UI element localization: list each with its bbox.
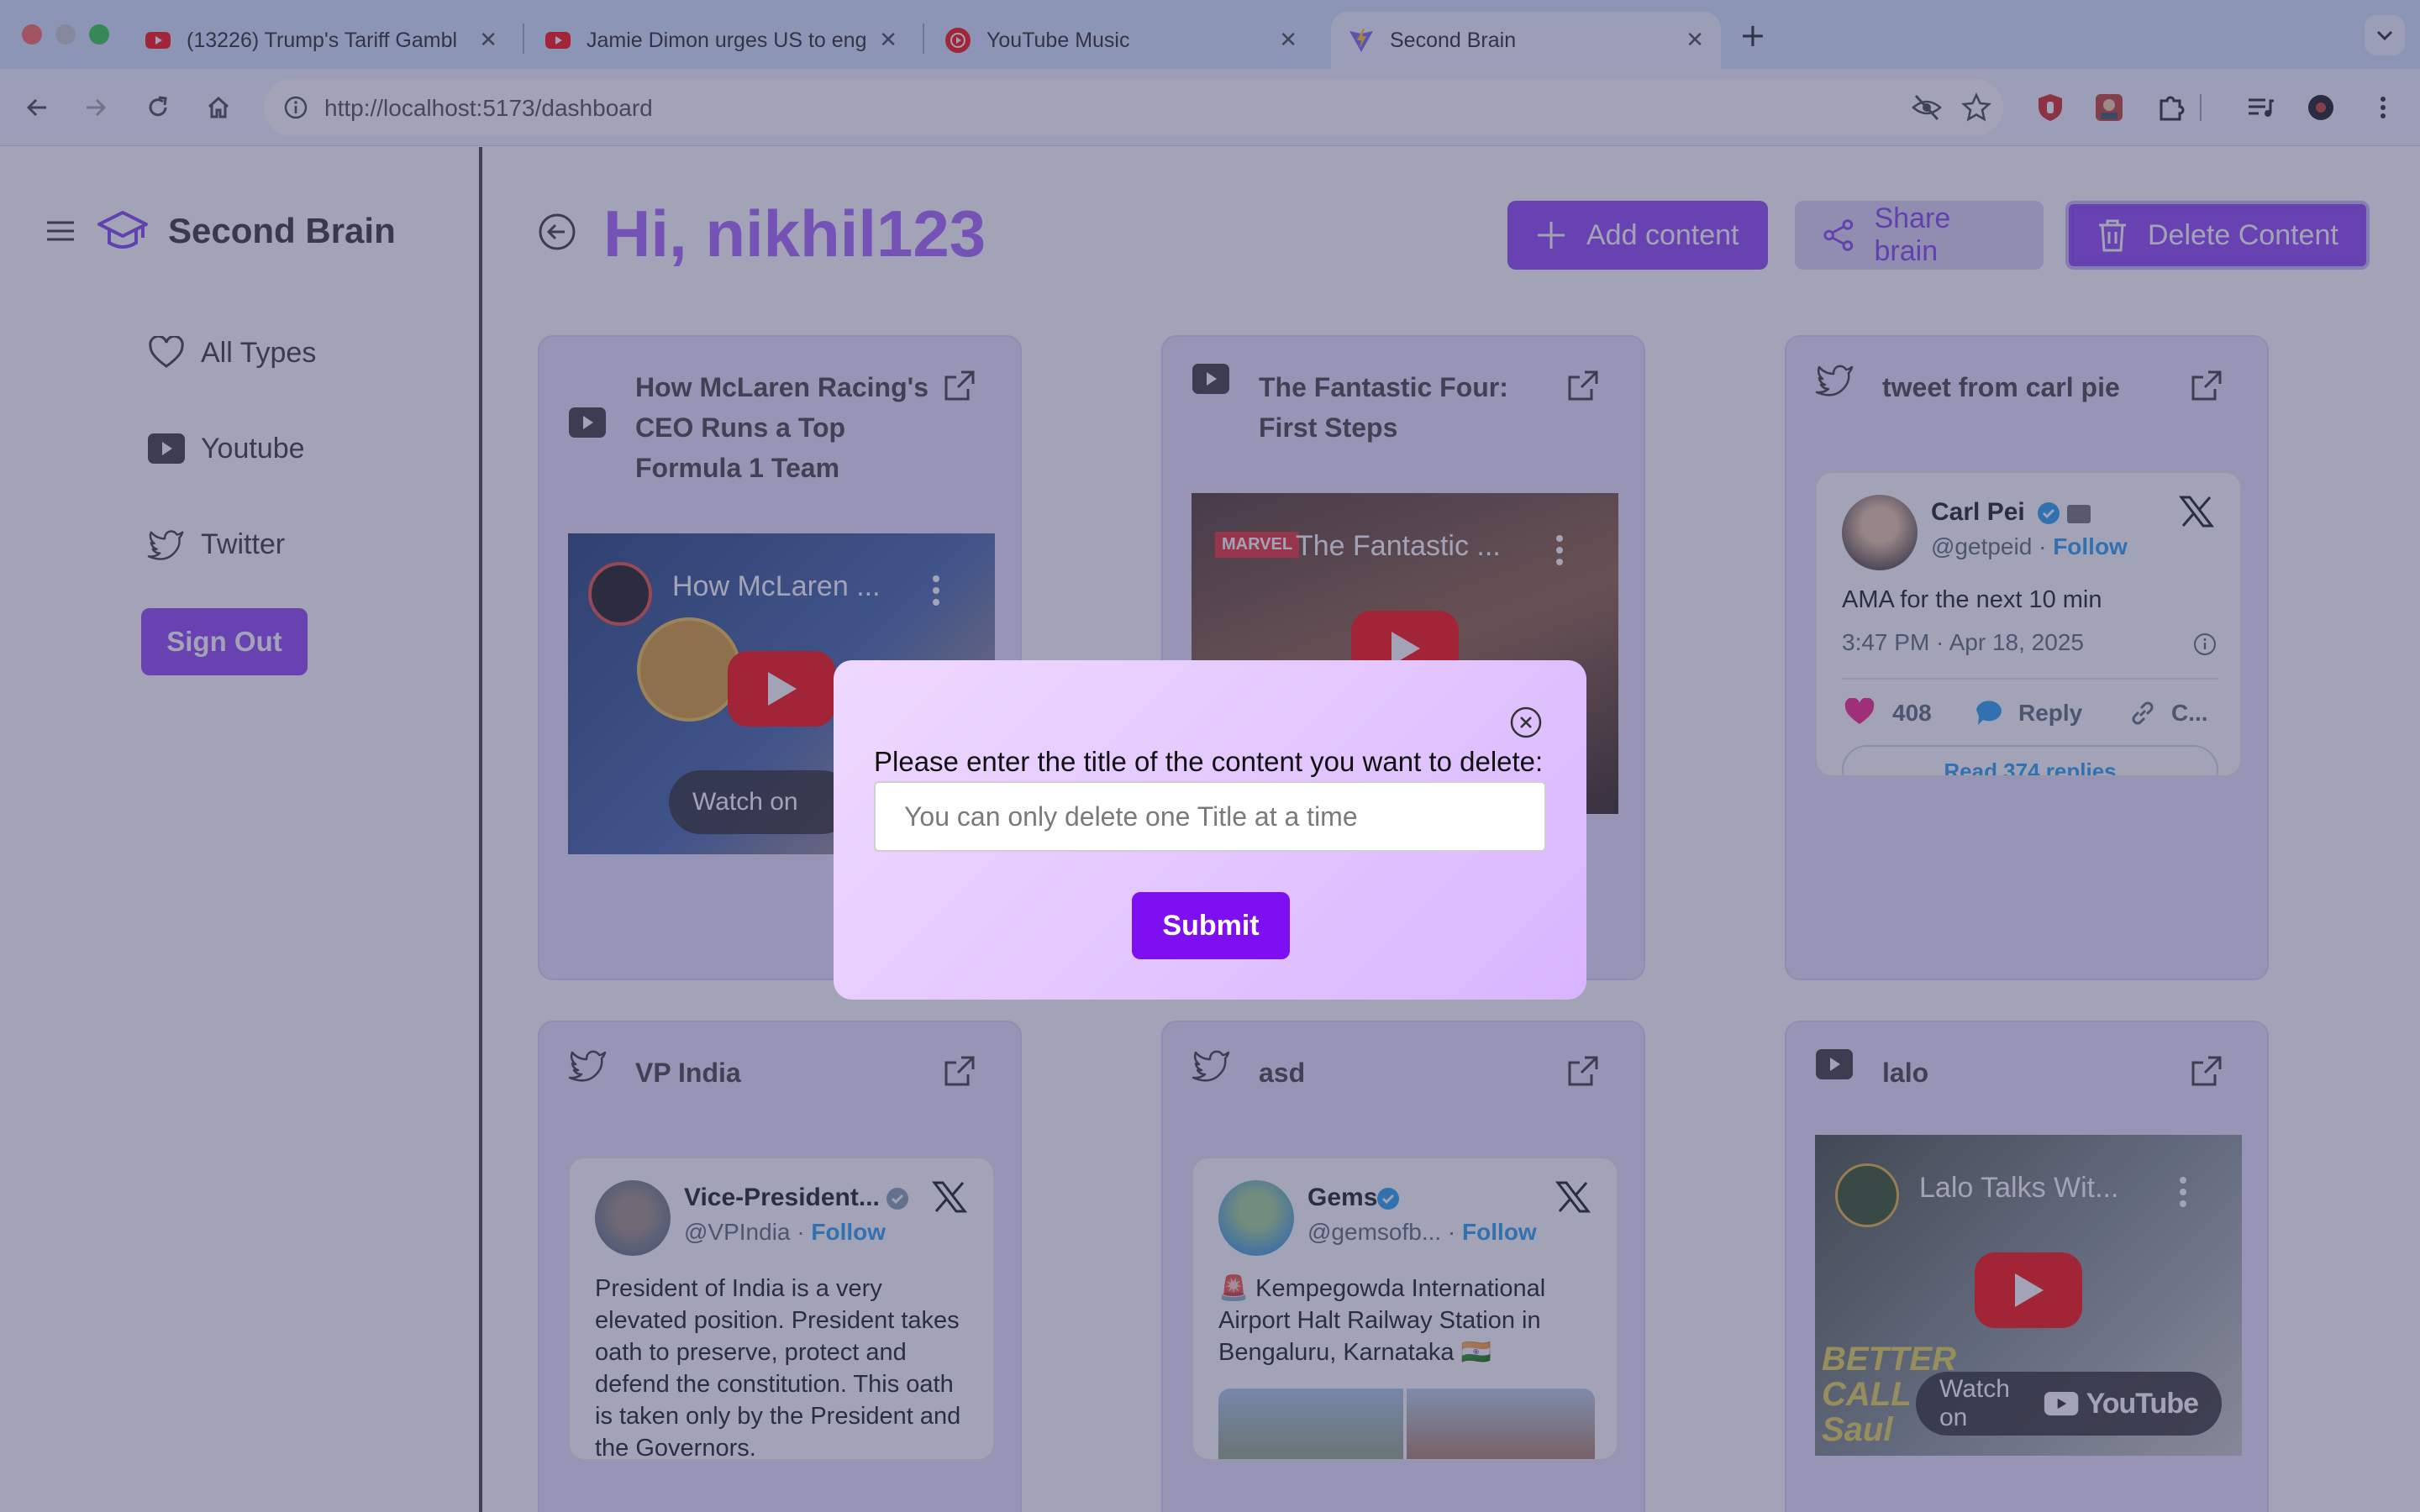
- close-icon[interactable]: [1507, 704, 1544, 741]
- submit-button[interactable]: Submit: [1132, 892, 1290, 959]
- delete-content-modal: Please enter the title of the content yo…: [834, 660, 1586, 1000]
- modal-prompt-label: Please enter the title of the content yo…: [874, 746, 1544, 777]
- delete-title-input[interactable]: [874, 781, 1546, 852]
